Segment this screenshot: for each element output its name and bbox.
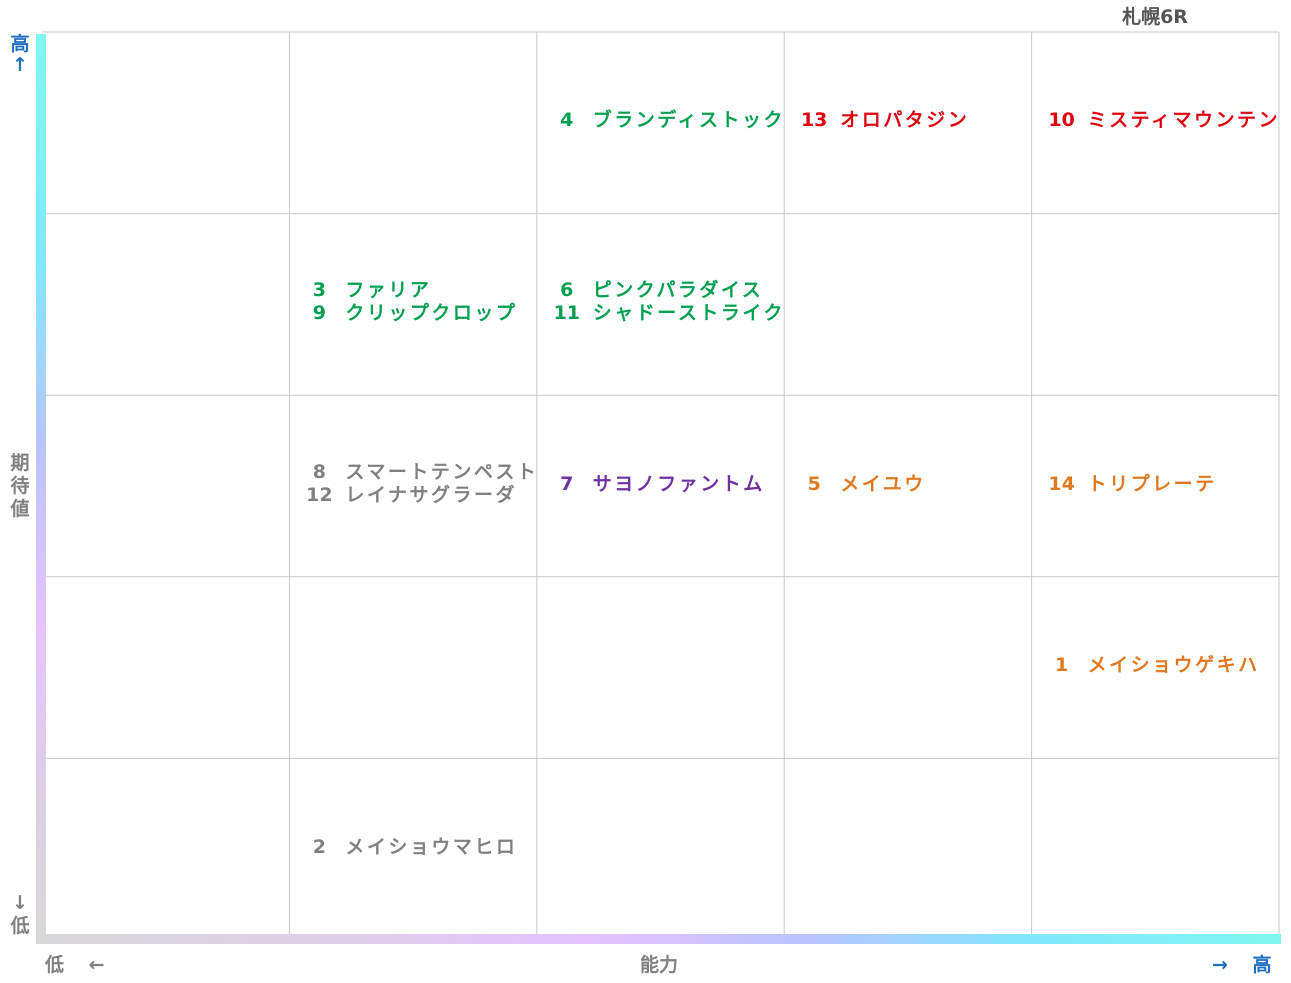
x-axis-bar (36, 934, 1281, 944)
horse-number: 12 (306, 484, 333, 506)
horse-name: ブランディストック (592, 109, 785, 132)
y-axis-title: 期待値 (8, 452, 32, 521)
horse-name: スマートテンペスト (345, 461, 539, 483)
chart-point-label: 10 ミスティマウンテン (1044, 109, 1280, 132)
chart-point-label: 2 メイショウマヒロ (301, 836, 517, 859)
horse-name: シャドーストライク (592, 302, 785, 325)
horse-number: 8 (312, 461, 326, 483)
chart-point-label: 1 メイショウゲキハ (1044, 654, 1260, 677)
horse-name: ピンクパラダイス (592, 279, 764, 302)
horse-number: 3 (312, 279, 326, 302)
horse-name: オロパタジン (840, 109, 970, 132)
chart-point-label: 7 サヨノファントム (549, 473, 765, 496)
chart-point-label: 9 クリップクロップ (301, 302, 517, 325)
horse-number: 14 (1048, 472, 1075, 495)
chart-point-label: 4 ブランディストック (549, 109, 785, 132)
horse-name: ファリア (345, 279, 432, 302)
horse-name: メイユウ (840, 472, 926, 495)
horse-number: 6 (560, 279, 574, 302)
horse-name: クリップクロップ (345, 302, 518, 325)
chart-point-label: 5 メイユウ (796, 473, 926, 496)
chart-title: 札幌6R (1122, 6, 1188, 28)
horse-name: サヨノファントム (592, 472, 765, 495)
chart-point-label: 3 ファリア (301, 279, 431, 302)
chart-point-label: 13 オロパタジン (796, 109, 969, 132)
horse-name: メイショウマヒロ (345, 835, 518, 858)
chart-point-label: 14 トリプレーテ (1044, 473, 1217, 496)
y-axis-bar (36, 34, 46, 944)
x-axis-low-label: 低 ← (45, 954, 105, 976)
y-axis-title-text: 期待値 (10, 452, 30, 520)
horse-name: ミスティマウンテン (1087, 109, 1280, 132)
horse-number: 7 (560, 472, 574, 495)
y-axis-high-label: 高↑ (8, 34, 32, 76)
y-axis-high-text: 高↑ (10, 33, 30, 76)
chart-point-label: 12 レイナサグラーダ (301, 484, 517, 507)
x-axis-high-label: → 高 (1212, 954, 1272, 976)
y-axis-low-label: ↓低 (8, 892, 32, 938)
horse-number: 10 (1048, 109, 1075, 132)
horse-number: 5 (807, 472, 821, 495)
horse-number: 2 (312, 835, 326, 858)
y-axis-low-text: ↓低 (10, 892, 30, 937)
horse-name: トリプレーテ (1087, 472, 1217, 495)
horse-number: 11 (553, 302, 581, 325)
chart-point-label: 8 スマートテンペスト (301, 461, 538, 484)
chart-point-label: 11 シャドーストライク (549, 302, 785, 325)
horse-number: 13 (800, 109, 828, 132)
chart-point-label: 6 ピンクパラダイス (549, 279, 763, 302)
horse-name: レイナサグラーダ (345, 484, 518, 506)
horse-number: 9 (312, 302, 326, 325)
horse-number: 1 (1054, 654, 1069, 677)
x-axis-title: 能力 (640, 954, 679, 976)
horse-name: メイショウゲキハ (1087, 654, 1260, 677)
horse-number: 4 (560, 109, 574, 132)
